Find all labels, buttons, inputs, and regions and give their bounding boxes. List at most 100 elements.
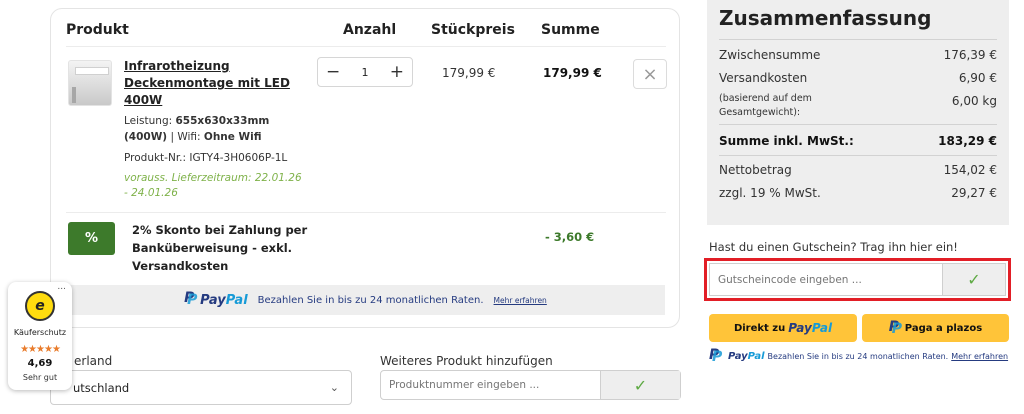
remove-item-button[interactable]: ×	[633, 59, 667, 89]
star-rating-icon: ★★★★★	[20, 344, 61, 355]
product-title-line: 400W	[124, 93, 163, 107]
paypal-logo: PayPal	[184, 290, 248, 308]
quantity-stepper: − 1 +	[317, 57, 413, 87]
product-thumbnail[interactable]	[68, 60, 112, 106]
product-title-line: Deckenmontage mit LED	[124, 76, 290, 90]
cart-card	[50, 8, 680, 328]
paypal-note-text: Bezahlen Sie in bis zu 24 monatlichen Ra…	[767, 351, 949, 361]
buyer-protection-label: Käuferschutz	[13, 328, 67, 337]
trusted-shops-seal-icon: e	[25, 291, 55, 321]
vat-value: 29,27 €	[951, 186, 997, 200]
product-attributes: Leistung: 655x630x33mm (400W) | Wifi: Oh…	[124, 113, 304, 145]
weight-row: 6,00 kg	[719, 94, 997, 108]
discount-line: 2% Skonto bei Zahlung per	[132, 223, 308, 237]
total-row: Summe inkl. MwSt.: 183,29 €	[719, 134, 997, 148]
header-quantity: Anzahl	[343, 22, 397, 38]
paypal-icon	[709, 347, 722, 365]
paypal-icon	[889, 319, 902, 337]
wifi-value: Ohne Wifi	[203, 131, 262, 143]
increase-quantity-button[interactable]: +	[390, 63, 404, 81]
rating-verdict: Sehr gut	[22, 373, 58, 382]
summary-divider	[719, 39, 997, 40]
subtotal-label: Zwischensumme	[719, 48, 821, 62]
paypal-brand-a: Pay	[200, 293, 226, 308]
shipping-value: 6,90 €	[958, 71, 997, 85]
summary-divider	[719, 124, 997, 125]
net-label: Nettobetrag	[719, 163, 792, 177]
country-select[interactable]: utschland ⌄	[50, 370, 352, 405]
product-number: Produkt-Nr.: IGTY4-3H0606P-1L	[124, 152, 288, 164]
paypal-brand-b: Pal	[225, 293, 248, 308]
percent-icon: %	[84, 231, 99, 246]
voucher-apply-button[interactable]: ✓	[942, 264, 1005, 295]
net-value: 154,02 €	[943, 163, 997, 177]
header-divider	[66, 46, 666, 47]
wifi-label: | Wifi:	[170, 131, 201, 143]
product-number-input[interactable]	[381, 371, 600, 399]
voucher-field: ✓	[709, 263, 1006, 296]
paypal-express-label: Direkt zu	[733, 322, 786, 334]
vat-row: zzgl. 19 % MwSt. 29,27 €	[719, 186, 997, 200]
product-title-link[interactable]: Infrarotheizung Deckenmontage mit LED 40…	[124, 58, 304, 109]
paypal-brand-b: Pal	[811, 321, 833, 335]
quantity-value[interactable]: 1	[362, 66, 369, 79]
paypal-more-link[interactable]: Mehr erfahren	[494, 296, 547, 305]
paypal-logo: PayPal	[728, 351, 765, 362]
delivery-window: vorauss. Lieferzeitraum: 22.01.26 - 24.0…	[124, 171, 302, 201]
close-icon: ×	[642, 63, 658, 85]
weight-note-line: Gesamtgewicht):	[719, 107, 801, 118]
paypal-installment-text: Bezahlen Sie in bis zu 24 monatlichen Ra…	[257, 294, 484, 306]
vat-label: zzgl. 19 % MwSt.	[719, 186, 821, 200]
percent-badge: %	[68, 222, 115, 255]
leistung-label: Leistung:	[124, 115, 173, 127]
shipping-row: Versandkosten 6,90 €	[719, 71, 997, 85]
add-product-field: ✓	[380, 370, 681, 400]
item-divider	[66, 212, 666, 213]
subtotal-value: 176,39 €	[943, 48, 997, 62]
country-label: erland	[74, 354, 113, 368]
shipping-label: Versandkosten	[719, 71, 808, 85]
discount-description: 2% Skonto bei Zahlung per Banküberweisun…	[132, 221, 312, 275]
net-row: Nettobetrag 154,02 €	[719, 163, 997, 177]
total-label: Summe inkl. MwSt.:	[719, 134, 854, 148]
paypal-brand-b: Pal	[747, 350, 765, 362]
paypal-installments-button[interactable]: Paga a plazos	[862, 314, 1009, 342]
decrease-quantity-button[interactable]: −	[326, 63, 340, 81]
more-icon[interactable]: ...	[57, 282, 66, 292]
paypal-more-link[interactable]: Mehr erfahren	[951, 352, 1008, 361]
header-product: Produkt	[66, 22, 129, 38]
chevron-down-icon: ⌄	[329, 381, 339, 394]
summary-divider	[719, 155, 997, 156]
header-unit-price: Stückpreis	[431, 22, 515, 38]
subtotal-row: Zwischensumme 176,39 €	[719, 48, 997, 62]
voucher-label: Hast du einen Gutschein? Trag ihn hier e…	[709, 240, 958, 254]
paypal-installment-banner: PayPal Bezahlen Sie in bis zu 24 monatli…	[66, 285, 665, 315]
country-value: utschland	[73, 380, 130, 395]
check-icon: ✓	[633, 375, 648, 395]
paypal-logo: PayPal	[788, 321, 832, 335]
voucher-input[interactable]	[710, 264, 942, 295]
trusted-shops-badge[interactable]: ... e Käuferschutz ★★★★★ 4,69 Sehr gut	[8, 282, 72, 390]
line-total: 179,99 €	[543, 66, 602, 80]
paypal-brand-a: Pay	[788, 321, 812, 335]
add-product-label: Weiteres Produkt hinzufügen	[380, 354, 553, 368]
leistung-value: 655x630x33mm	[175, 115, 270, 127]
delivery-line: vorauss. Lieferzeitraum: 22.01.26	[124, 172, 302, 184]
paypal-icon	[184, 290, 197, 308]
leistung-value-2: (400W)	[124, 131, 168, 143]
paypal-installment-note: PayPal Bezahlen Sie in bis zu 24 monatli…	[709, 347, 1008, 365]
check-icon: ✓	[967, 270, 981, 289]
paypal-express-button[interactable]: Direkt zu PayPal	[709, 314, 857, 342]
summary-title: Zusammenfassung	[719, 6, 932, 30]
paypal-brand-a: Pay	[728, 350, 748, 362]
product-title-line: Infrarotheizung	[124, 59, 230, 73]
installments-label: Paga a plazos	[904, 322, 983, 334]
rating-score: 4,69	[27, 358, 53, 369]
discount-line: Banküberweisung - exkl.	[132, 241, 293, 255]
discount-line: Versandkosten	[132, 259, 229, 273]
order-summary: Zusammenfassung Zwischensumme 176,39 € V…	[707, 0, 1009, 225]
add-product-button[interactable]: ✓	[600, 371, 680, 399]
delivery-line: - 24.01.26	[124, 187, 178, 199]
weight-value: 6,00 kg	[951, 94, 997, 108]
unit-price: 179,99 €	[442, 66, 496, 80]
